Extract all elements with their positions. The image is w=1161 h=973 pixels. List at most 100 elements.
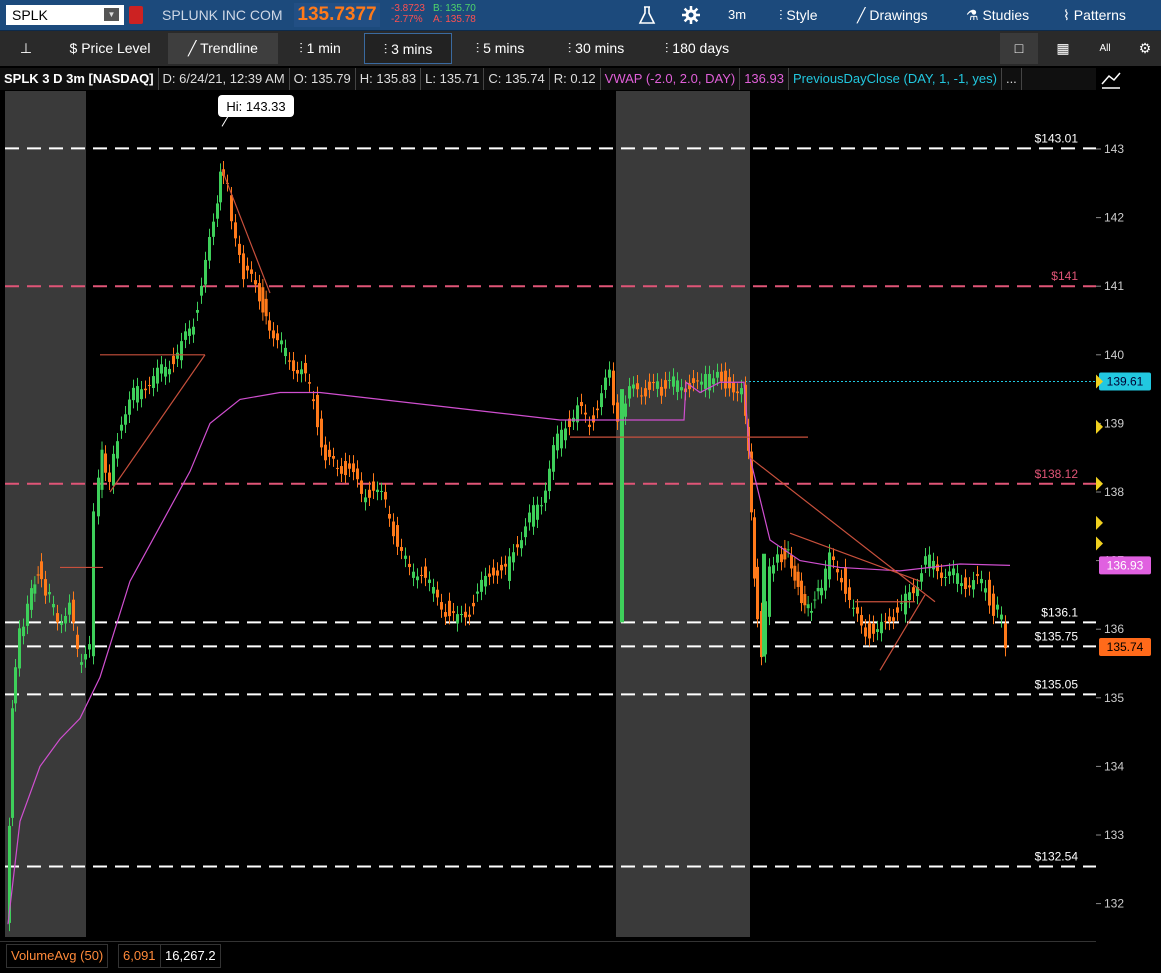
candle-body [796, 571, 800, 587]
flag-icon[interactable] [129, 6, 143, 24]
candle-body [668, 379, 671, 381]
candle-body [436, 589, 439, 598]
candle-body [440, 602, 443, 610]
symbol-dropdown-icon[interactable]: ▼ [104, 8, 119, 21]
tf-5mins-button[interactable]: ⫶ 5 mins [458, 33, 542, 64]
volume-avg-value: 16,267.2 [160, 944, 221, 968]
candle-body [22, 626, 25, 637]
candle-body [176, 352, 179, 359]
pin-icon[interactable]: ⊥ [8, 33, 44, 64]
candle-icon: ⫶ [383, 41, 392, 57]
vwap-badge-label: 136.93 [1107, 558, 1144, 572]
tf-180days-button[interactable]: ⫶ 180 days [648, 33, 746, 64]
all-button[interactable]: All [1088, 33, 1122, 64]
last-price-badge-label: 135.74 [1107, 640, 1144, 654]
axis-tick-label: 138 [1104, 485, 1124, 499]
patterns-button[interactable]: ⌇ Patterns [1063, 5, 1126, 25]
trendline-button[interactable]: ╱ Trendline [168, 33, 278, 64]
price-chart[interactable]: $143.01 $141 $138.12 $136.1 $135.75 $135.05 $1… [0, 91, 1096, 937]
candle-body [308, 382, 311, 384]
candle-body [1000, 614, 1003, 620]
candle-body [712, 378, 715, 385]
volume-study-label[interactable]: VolumeAvg (50) [6, 944, 109, 968]
price-axis[interactable]: 132133134135136137138139140141142143139.… [1096, 91, 1161, 937]
candle-body [496, 570, 499, 576]
alert-marker-icon [1096, 536, 1103, 551]
candle-body [84, 654, 87, 660]
candle-body [296, 370, 299, 374]
studies-button[interactable]: ⚗ Studies [966, 5, 1029, 25]
candle-body [254, 280, 257, 285]
candle-body [144, 388, 147, 391]
pencil-icon: ╱ [857, 7, 870, 23]
candle-body [984, 588, 987, 593]
candle-body [756, 566, 759, 620]
price-level-button[interactable]: $ Price Level [56, 33, 164, 64]
candle-body [584, 412, 587, 415]
candle-body [52, 603, 55, 608]
candle-body [160, 364, 163, 374]
tf-1min-button[interactable]: ⫶ 1 min [282, 33, 358, 64]
patterns-icon: ⌇ [1063, 7, 1074, 23]
candle-body [416, 576, 419, 581]
tf-3mins-button[interactable]: ⫶ 3 mins [364, 33, 452, 64]
candle-body [624, 403, 627, 417]
price-change-pct: -2.77% [391, 14, 423, 25]
grid-layout-icon[interactable]: ▦ [1042, 33, 1084, 64]
candle-body [992, 593, 995, 616]
candle-body [996, 604, 999, 610]
candle-body [492, 567, 495, 576]
candle-body [836, 568, 839, 573]
candle-body [238, 243, 241, 255]
style-button[interactable]: ⫶ Style [779, 5, 818, 25]
candle-body [476, 591, 479, 594]
candle-body [464, 611, 467, 618]
axis-tick-label: 133 [1104, 828, 1124, 842]
more-studies[interactable]: ... [1002, 68, 1022, 90]
candle-body [810, 610, 813, 613]
flask-icon[interactable] [638, 5, 656, 25]
bar-close: C: 135.74 [484, 68, 550, 90]
tf-30mins-label: 30 mins [575, 40, 625, 56]
bid-value: B: 135.70 [433, 3, 476, 14]
candle-body [532, 505, 535, 527]
axis-tick-label: 134 [1104, 759, 1124, 773]
gear-icon[interactable]: ⚙ [1130, 33, 1160, 64]
candle-body [472, 602, 475, 607]
patterns-label: Patterns [1073, 7, 1126, 23]
candle-body [612, 370, 615, 406]
price-level-label: $135.75 [1035, 629, 1079, 643]
candle-body [528, 512, 531, 523]
single-layout-icon[interactable]: □ [1000, 33, 1038, 64]
candle-body [560, 429, 563, 449]
tf-30mins-button[interactable]: ⫶ 30 mins [550, 33, 642, 64]
drawings-button[interactable]: ╱ Drawings [857, 5, 928, 25]
candle-body [872, 623, 875, 634]
candle-body [676, 380, 679, 392]
spike-candle [762, 553, 766, 657]
candle-body [33, 584, 37, 594]
candle-body [908, 592, 911, 600]
candle-body [92, 511, 95, 657]
prev-close-study-label[interactable]: PreviousDayClose (DAY, 1, -1, yes) [789, 68, 1002, 90]
candle-icon: ⫶ [475, 40, 484, 56]
vwap-study-label[interactable]: VWAP (-2.0, 2.0, DAY) [601, 68, 741, 90]
candle-body [968, 585, 971, 588]
settings-gear-icon[interactable] [681, 5, 701, 25]
candle-body [780, 554, 783, 563]
candle-body [896, 607, 899, 613]
candle-body [468, 614, 471, 617]
studies-label: Studies [982, 7, 1030, 23]
candle-body [152, 376, 155, 388]
candle-body [352, 463, 355, 473]
bar-high: H: 135.83 [356, 68, 422, 90]
candle-body [64, 615, 67, 624]
candle-body [172, 355, 175, 365]
candle-icon: ⫶ [299, 40, 307, 56]
candle-body [540, 505, 543, 507]
timeframe-button[interactable]: 3m [728, 5, 746, 25]
candle-body [196, 309, 199, 313]
candle-body [864, 627, 867, 637]
candle-body [980, 578, 983, 584]
axis-tick-label: 141 [1104, 279, 1124, 293]
